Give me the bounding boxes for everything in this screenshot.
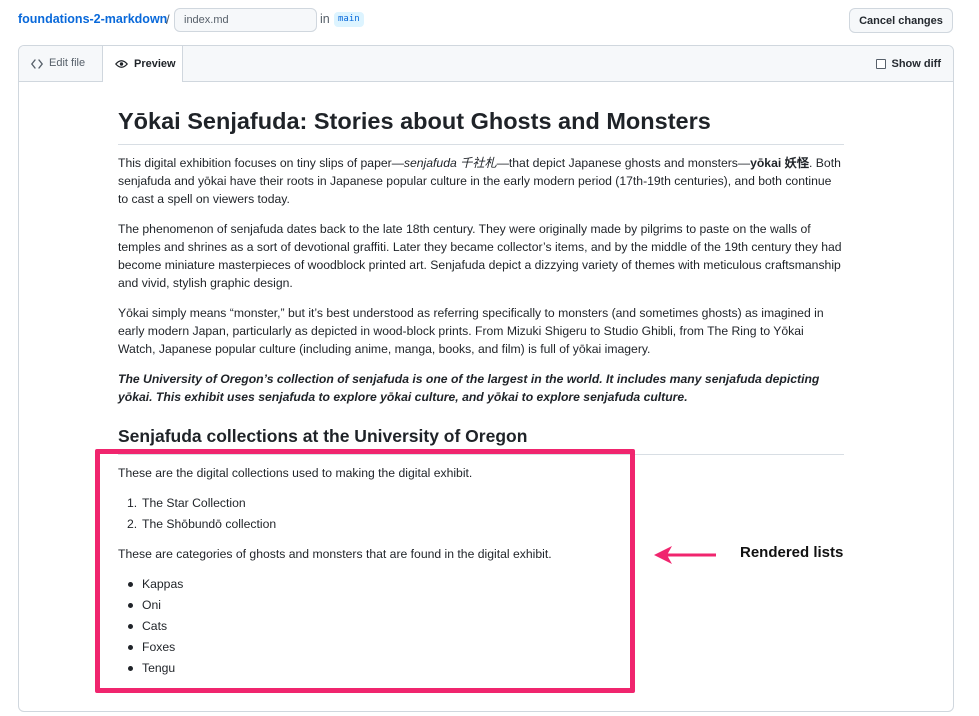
tab-edit-label: Edit file bbox=[49, 57, 86, 69]
intro-text: —that depict Japanese ghosts and monster… bbox=[496, 156, 751, 170]
tab-edit-file[interactable]: Edit file bbox=[19, 46, 102, 81]
tab-preview[interactable]: Preview bbox=[102, 46, 183, 82]
show-diff-checkbox[interactable] bbox=[875, 58, 886, 69]
annotation-label: Rendered lists bbox=[740, 544, 844, 561]
in-label: in bbox=[320, 12, 330, 26]
intro-text: This digital exhibition focuses on tiny … bbox=[118, 156, 404, 170]
yokai-term: yōkai 妖怪 bbox=[750, 156, 810, 170]
show-diff-toggle[interactable]: Show diff bbox=[875, 46, 942, 81]
editor-tabbar: Edit file Preview Show diff bbox=[19, 46, 953, 82]
senjafuda-term: senjafuda 千社札 bbox=[403, 156, 497, 170]
tab-preview-label: Preview bbox=[134, 57, 176, 70]
repo-link[interactable]: foundations-2-markdown bbox=[18, 12, 167, 26]
eye-icon bbox=[115, 59, 128, 69]
arrow-left-icon bbox=[652, 543, 720, 572]
cancel-changes-button[interactable]: Cancel changes bbox=[849, 8, 953, 33]
document-title: Yōkai Senjafuda: Stories about Ghosts an… bbox=[118, 106, 844, 145]
path-separator: / bbox=[166, 12, 170, 27]
paragraph-yokai: Yōkai simply means “monster,” but it’s b… bbox=[118, 306, 824, 356]
branch-badge: main bbox=[334, 12, 364, 27]
top-bar: foundations-2-markdown / in main Cancel … bbox=[0, 0, 979, 42]
paragraph-collection-note: The University of Oregon’s collection of… bbox=[118, 372, 820, 404]
code-icon bbox=[31, 58, 43, 69]
paragraph-intro: This digital exhibition focuses on tiny … bbox=[118, 154, 844, 208]
paragraph-phenomenon: The phenomenon of senjafuda dates back t… bbox=[118, 222, 842, 290]
annotation-highlight-box bbox=[95, 449, 635, 693]
filename-input[interactable] bbox=[174, 8, 317, 32]
show-diff-label: Show diff bbox=[891, 57, 942, 70]
